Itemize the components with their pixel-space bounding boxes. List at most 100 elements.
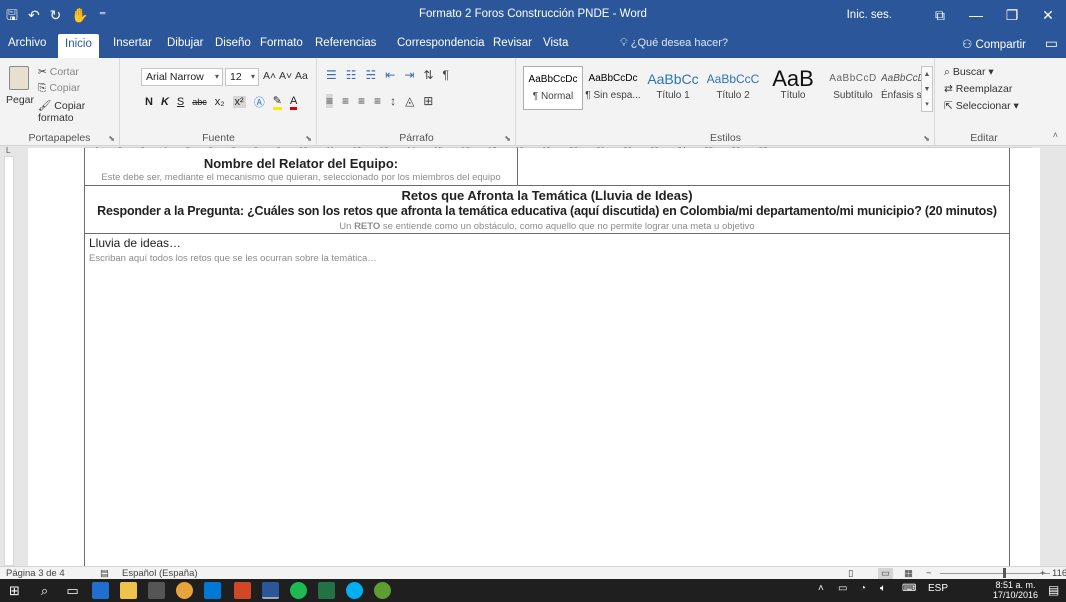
style-no-spacing[interactable]: AaBbCcDc ¶ Sin espa...: [583, 66, 643, 110]
find-button[interactable]: ⌕ Buscar ▾: [944, 66, 994, 79]
borders-icon[interactable]: ⊞: [423, 94, 433, 108]
cut-button[interactable]: ✂ Cortar: [38, 66, 79, 78]
zoom-level[interactable]: 116: [1052, 568, 1066, 579]
tab-inicio[interactable]: Inicio: [58, 34, 99, 58]
select-button[interactable]: ⇱ Seleccionar ▾: [944, 100, 1019, 112]
zoom-slider-thumb[interactable]: [1003, 568, 1006, 578]
windows-start-icon[interactable]: ⊞: [6, 582, 23, 599]
keyboard-icon[interactable]: ⌨: [902, 583, 916, 594]
tab-correspondencia[interactable]: Correspondencia: [397, 37, 485, 49]
restore-button[interactable]: ❐: [994, 0, 1030, 30]
format-painter-button[interactable]: 🖌︎ Copiar formato: [38, 99, 119, 124]
zoom-slider[interactable]: [940, 573, 1050, 574]
comment-icon[interactable]: ▭: [1045, 35, 1058, 52]
tab-selector-icon[interactable]: L: [6, 146, 10, 155]
align-right-icon[interactable]: ≡: [358, 94, 365, 108]
highlight-color-icon[interactable]: ✎: [272, 94, 282, 110]
zoom-out-button[interactable]: −: [926, 568, 932, 579]
document-page[interactable]: Nombre del Relator del Equipo: Este debe…: [28, 148, 1040, 569]
style-normal[interactable]: AaBbCcDc ¶ Normal: [523, 66, 583, 110]
tab-revisar[interactable]: Revisar: [493, 37, 532, 49]
decrease-indent-icon[interactable]: ⇤: [385, 68, 395, 82]
relator-cell[interactable]: Nombre del Relator del Equipo: Este debe…: [84, 148, 518, 186]
dialog-launcher-icon[interactable]: ⬊: [504, 134, 511, 143]
styles-gallery-scroll[interactable]: ▲ ▼ ▾: [921, 66, 933, 112]
skype-icon[interactable]: [346, 582, 363, 599]
italic-button[interactable]: K: [161, 96, 169, 108]
page-indicator[interactable]: Página 3 de 4: [6, 568, 65, 579]
powerpoint-icon[interactable]: [234, 582, 251, 599]
task-view-icon[interactable]: ▭: [64, 582, 81, 599]
vertical-ruler[interactable]: [4, 156, 14, 566]
notifications-icon[interactable]: ▤: [1048, 583, 1059, 597]
style-subtitle[interactable]: AaBbCcD Subtítulo: [823, 66, 883, 110]
bullets-icon[interactable]: ☰: [326, 68, 337, 82]
edge-icon[interactable]: [92, 582, 109, 599]
language-indicator[interactable]: Español (España): [122, 568, 198, 579]
print-layout-icon[interactable]: ▭: [878, 568, 893, 579]
align-center-icon[interactable]: ≡: [342, 94, 349, 108]
show-hidden-icons-icon[interactable]: ˄: [818, 583, 824, 594]
show-marks-icon[interactable]: ¶: [442, 68, 448, 82]
replace-button[interactable]: ⇄ Reemplazar: [944, 83, 1012, 95]
tell-me-box[interactable]: 💡︎ ¿Qué desea hacer?: [620, 37, 728, 50]
sign-in-link[interactable]: Inic. ses.: [847, 9, 892, 21]
outlook-icon[interactable]: [204, 582, 221, 599]
proofing-icon[interactable]: ▤: [100, 568, 109, 579]
spotify-icon[interactable]: [290, 582, 307, 599]
wifi-icon[interactable]: ◔: [860, 583, 866, 594]
underline-button[interactable]: S: [177, 96, 184, 108]
font-size-combo[interactable]: 12 ▾: [225, 68, 259, 86]
share-button[interactable]: ⚇ Compartir: [962, 37, 1026, 51]
multilevel-list-icon[interactable]: ☵: [366, 68, 377, 82]
read-mode-icon[interactable]: ▯: [848, 568, 853, 579]
increase-indent-icon[interactable]: ⇥: [404, 68, 414, 82]
store-icon[interactable]: [148, 582, 165, 599]
input-language[interactable]: ESP: [928, 583, 948, 594]
change-case-button[interactable]: Aa: [295, 70, 308, 82]
paste-button[interactable]: Pegar: [6, 66, 34, 106]
volume-icon[interactable]: 🔈︎: [880, 583, 886, 594]
ribbon-display-options-button[interactable]: ⧉: [922, 0, 958, 30]
tab-archivo[interactable]: Archivo: [8, 37, 46, 49]
shrink-font-button[interactable]: A˅: [279, 70, 292, 82]
line-spacing-icon[interactable]: ↕: [390, 94, 396, 108]
tab-diseno[interactable]: Diseño: [215, 37, 251, 49]
dialog-launcher-icon[interactable]: ⬊: [923, 134, 930, 143]
subscript-button[interactable]: x₂: [215, 96, 225, 108]
style-heading-2[interactable]: AaBbCcC Título 2: [703, 66, 763, 110]
style-title[interactable]: AaB Título: [763, 66, 823, 110]
justify-icon[interactable]: ≡: [374, 94, 381, 108]
tab-insertar[interactable]: Insertar: [113, 37, 152, 49]
clock[interactable]: 8:51 a. m. 17/10/2016: [993, 580, 1038, 600]
close-button[interactable]: ✕: [1030, 0, 1066, 30]
dialog-launcher-icon[interactable]: ⬊: [305, 134, 312, 143]
superscript-button[interactable]: x²: [232, 96, 246, 108]
grow-font-button[interactable]: A˄: [263, 70, 276, 82]
style-heading-1[interactable]: AaBbCc Título 1: [643, 66, 703, 110]
font-color-icon[interactable]: A: [289, 95, 298, 110]
app-icon[interactable]: [374, 582, 391, 599]
tab-referencias[interactable]: Referencias: [315, 37, 376, 49]
bold-button[interactable]: N: [145, 96, 153, 108]
text-effects-icon[interactable]: Ⓐ: [254, 94, 265, 110]
chrome-icon[interactable]: [176, 582, 193, 599]
font-name-combo[interactable]: Arial Narrow ▾: [141, 68, 223, 86]
dialog-launcher-icon[interactable]: ⬊: [108, 134, 115, 143]
minimize-button[interactable]: —: [958, 0, 994, 30]
zoom-in-button[interactable]: +: [1040, 568, 1046, 579]
strikethrough-button[interactable]: abc: [192, 97, 207, 107]
relator-value-cell[interactable]: [517, 148, 1010, 186]
file-explorer-icon[interactable]: [120, 582, 137, 599]
shading-icon[interactable]: ◬: [405, 94, 414, 108]
collapse-ribbon-icon[interactable]: ˄: [1053, 130, 1058, 140]
battery-icon[interactable]: ▭: [838, 583, 847, 594]
brainstorm-cell[interactable]: Lluvia de ideas… Escriban aquí todos los…: [84, 233, 1010, 569]
align-left-icon[interactable]: ≡: [326, 94, 334, 108]
tab-dibujar[interactable]: Dibujar: [167, 37, 203, 49]
tab-formato[interactable]: Formato: [260, 37, 303, 49]
sort-icon[interactable]: ⇅: [423, 68, 433, 82]
tab-vista[interactable]: Vista: [543, 37, 568, 49]
search-icon[interactable]: ⌕: [36, 582, 53, 599]
word-icon[interactable]: [262, 582, 279, 599]
